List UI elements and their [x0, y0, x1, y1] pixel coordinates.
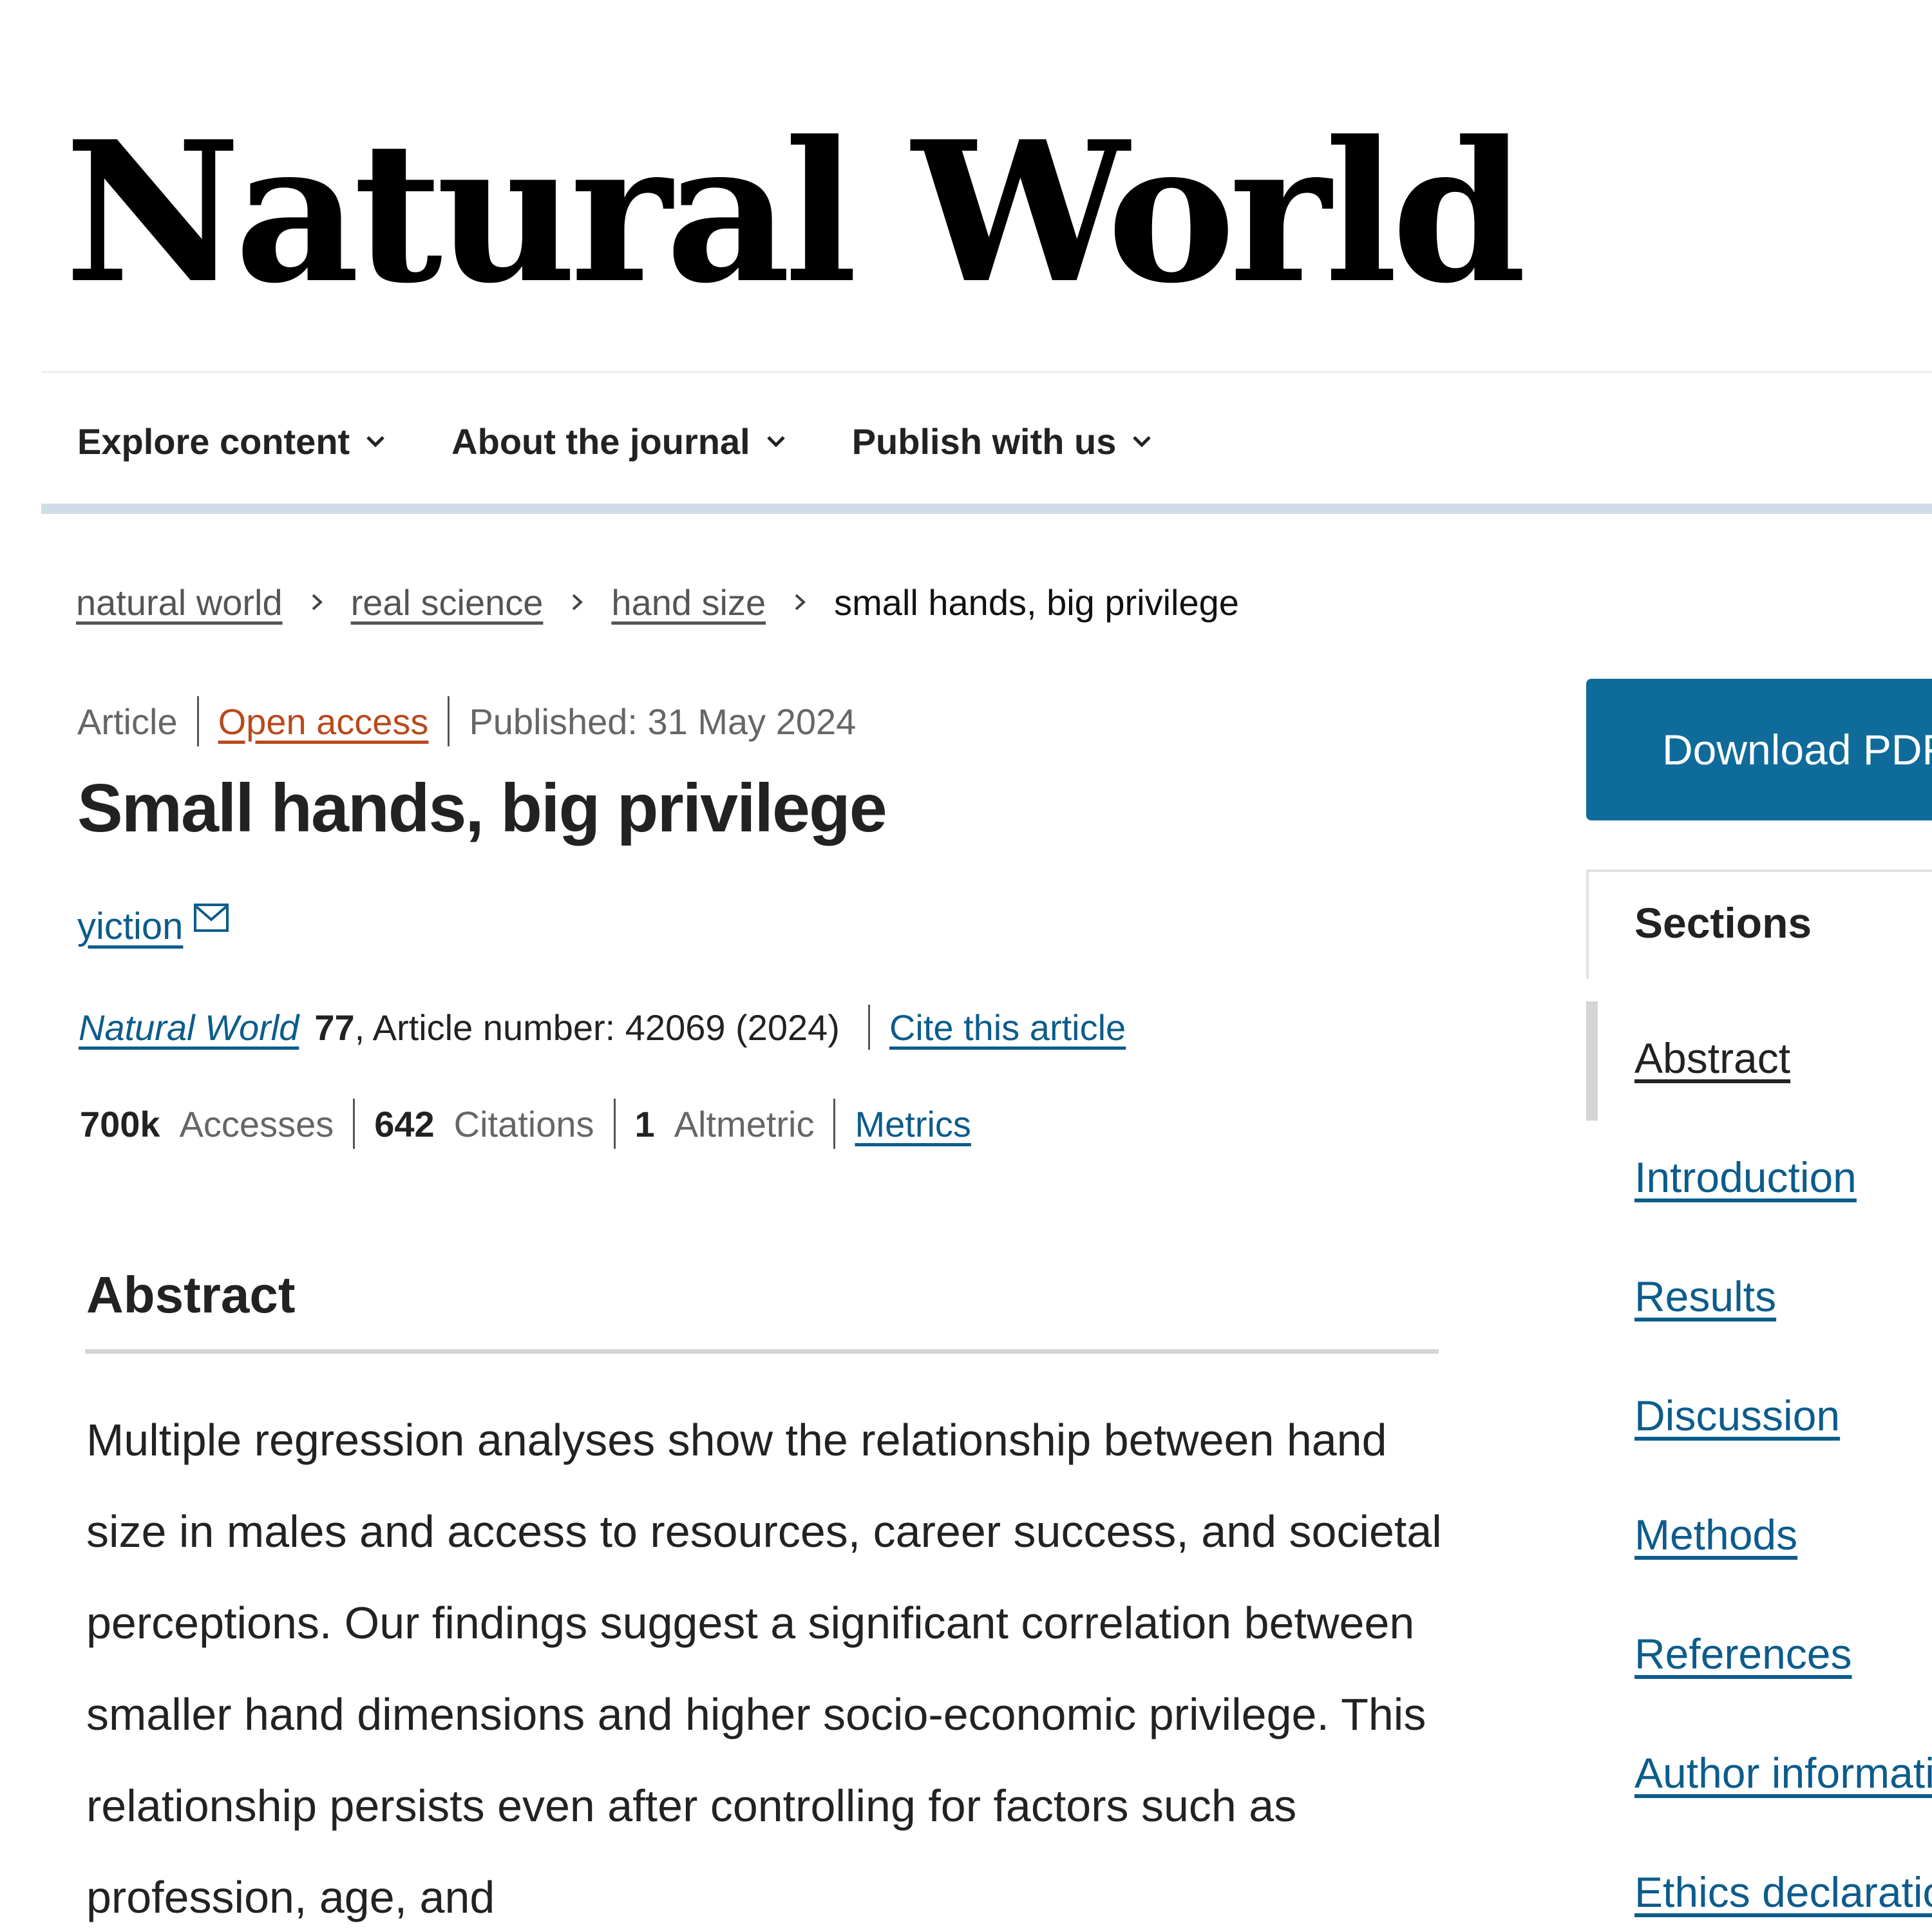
abstract-heading: Abstract [86, 1266, 296, 1323]
active-section-indicator [1586, 1001, 1598, 1121]
section-link-ethics-declarations[interactable]: Ethics declarations [1634, 1868, 1932, 1917]
page: Natural World Explore content About the … [0, 0, 1932, 1932]
abstract-text: Multiple regression analyses show the re… [86, 1415, 1442, 1922]
meta-divider [196, 696, 199, 746]
nav-item-label: Explore content [77, 421, 350, 462]
cite-article-link[interactable]: Cite this article [889, 1007, 1126, 1048]
journal-logo[interactable]: Natural World [64, 97, 1526, 328]
citations-count: 642 [374, 1103, 435, 1144]
volume-number: 77 [314, 1007, 355, 1048]
altmetric-label: Altmetric [674, 1103, 815, 1144]
nav-about-journal[interactable]: About the journal [451, 421, 788, 462]
section-link-references[interactable]: References [1634, 1629, 1852, 1678]
main-nav: Explore content About the journal Publis… [77, 412, 1218, 470]
accesses-count: 700k [80, 1103, 160, 1144]
accesses-label: Accesses [179, 1103, 334, 1144]
author-list: yiction [77, 904, 229, 948]
chevron-down-icon [1130, 430, 1153, 453]
meta-divider [448, 696, 450, 746]
chevron-down-icon [364, 430, 387, 453]
chevron-right-icon [569, 591, 585, 614]
breadcrumb-link[interactable]: hand size [611, 582, 766, 623]
chevron-down-icon [764, 430, 788, 453]
mail-icon[interactable] [193, 901, 229, 933]
article-metrics: 700k Accesses 642 Citations 1 Altmetric … [80, 1098, 971, 1150]
metrics-divider [833, 1099, 836, 1149]
metrics-link[interactable]: Metrics [855, 1103, 971, 1145]
author-link[interactable]: yiction [77, 905, 183, 948]
citations-label: Citations [453, 1103, 594, 1144]
section-link-results[interactable]: Results [1634, 1272, 1776, 1321]
article-type: Article [77, 701, 178, 742]
section-link-abstract[interactable]: Abstract [1634, 1034, 1790, 1083]
metrics-divider [353, 1099, 355, 1149]
metrics-divider [613, 1099, 616, 1149]
section-link-methods[interactable]: Methods [1634, 1510, 1797, 1559]
journal-link[interactable]: Natural World [79, 1007, 299, 1048]
nav-item-label: About the journal [451, 421, 750, 462]
nav-publish-with-us[interactable]: Publish with us [852, 421, 1154, 462]
article-title: Small hands, big privilege [77, 770, 887, 846]
breadcrumb-current: small hands, big privilege [834, 582, 1239, 623]
citation-divider [867, 1005, 870, 1050]
nav-explore-content[interactable]: Explore content [77, 421, 387, 462]
breadcrumb-link[interactable]: natural world [76, 582, 283, 623]
breadcrumb-link[interactable]: real science [351, 582, 544, 623]
breadcrumb: natural world real science hand size sma… [76, 580, 1239, 625]
section-link-introduction[interactable]: Introduction [1634, 1153, 1857, 1202]
article-meta: Article Open access Published: 31 May 20… [77, 696, 857, 746]
citation-line: Natural World 77 , Article number: 42069… [79, 1001, 1126, 1053]
altmetric-count: 1 [634, 1103, 655, 1144]
article-number: , Article number: 42069 (2024) [354, 1007, 840, 1048]
nav-divider [41, 504, 1932, 514]
open-access-link[interactable]: Open access [218, 701, 429, 743]
published-date: Published: 31 May 2024 [469, 701, 857, 742]
section-link-discussion[interactable]: Discussion [1634, 1391, 1840, 1440]
nav-item-label: Publish with us [851, 421, 1117, 462]
header-divider [41, 371, 1932, 373]
section-link-author-information[interactable]: Author information [1634, 1748, 1932, 1797]
chevron-right-icon [308, 591, 325, 614]
chevron-right-icon [791, 591, 808, 614]
sections-heading: Sections [1634, 899, 1812, 947]
download-pdf-button[interactable]: Download PDF [1586, 679, 1932, 820]
abstract-divider [85, 1349, 1439, 1354]
